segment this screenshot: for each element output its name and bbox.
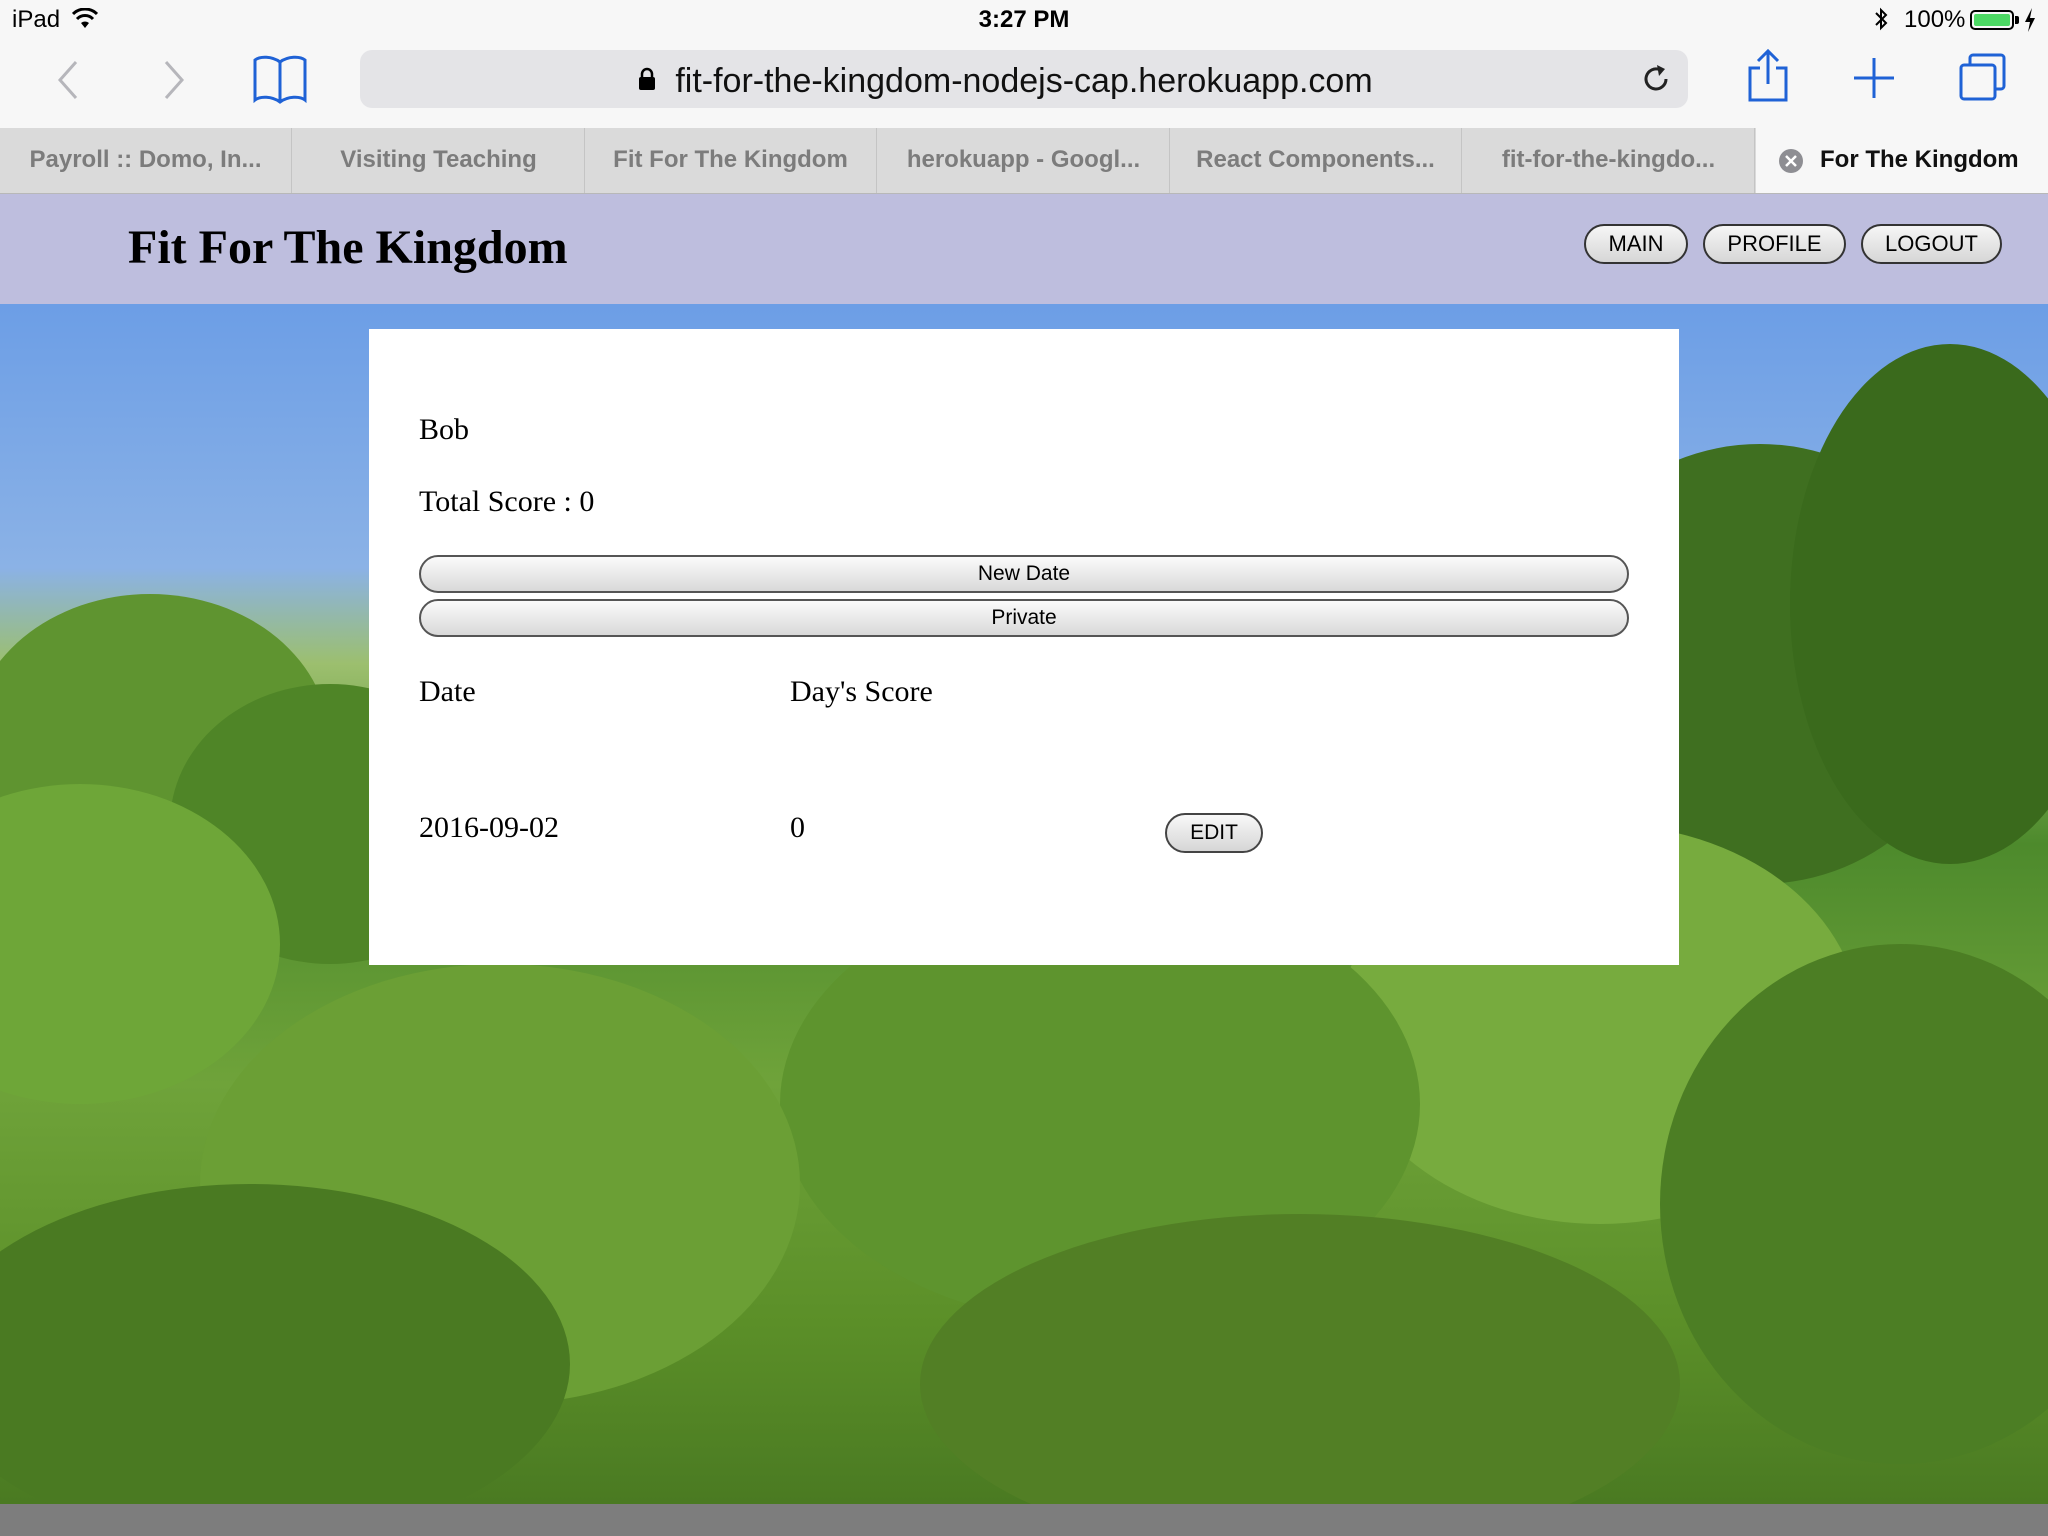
new-tab-icon[interactable] (1852, 56, 1896, 100)
edit-button[interactable]: EDIT (1165, 813, 1263, 853)
bookmarks-icon[interactable] (252, 54, 308, 104)
tab-label: Payroll :: Domo, In... (29, 146, 262, 173)
tab-fit-for-the-kingdom-heroku[interactable]: fit-for-the-kingdo... (1463, 128, 1755, 193)
site-header: Fit For The Kingdom MAIN PROFILE LOGOUT (0, 194, 2048, 304)
tab-label: fit-for-the-kingdo... (1501, 146, 1716, 173)
profile-button[interactable]: PROFILE (1703, 224, 1846, 264)
status-bar: iPad 3:27 PM 100% (0, 0, 2048, 40)
browser-toolbar: fit-for-the-kingdom-nodejs-cap.herokuapp… (0, 40, 2048, 128)
user-name: Bob (419, 413, 470, 446)
tab-label: For The Kingdom (1820, 146, 2019, 173)
tabs-icon[interactable] (1958, 52, 2008, 102)
site-title[interactable]: Fit For The Kingdom (128, 220, 568, 275)
profile-card: Bob Total Score : 0 New Date Private Dat… (369, 329, 1679, 965)
bottom-strip (0, 1504, 2048, 1536)
total-score: Total Score : 0 (419, 485, 595, 518)
row-score: 0 (790, 811, 805, 844)
logout-button[interactable]: LOGOUT (1861, 224, 2002, 264)
tab-for-the-kingdom[interactable]: For The Kingdom (1756, 128, 2048, 193)
close-tab-icon[interactable] (1778, 148, 1804, 174)
charging-icon (2025, 8, 2035, 32)
tab-label: Visiting Teaching (340, 146, 537, 173)
score-column-header: Day's Score (790, 675, 933, 708)
tab-fit-for-the-kingdom[interactable]: Fit For The Kingdom (585, 128, 877, 193)
url-text: fit-for-the-kingdom-nodejs-cap.herokuapp… (675, 62, 1373, 100)
date-column-header: Date (419, 675, 476, 708)
tab-label: herokuapp - Googl... (906, 146, 1141, 173)
tab-bar: Payroll :: Domo, In... Visiting Teaching… (0, 128, 2048, 194)
new-date-button[interactable]: New Date (419, 555, 1629, 593)
share-icon[interactable] (1746, 48, 1790, 104)
back-icon[interactable] (56, 58, 80, 102)
battery-icon (1970, 10, 2014, 30)
bluetooth-icon (1875, 7, 1888, 31)
tab-visiting-teaching[interactable]: Visiting Teaching (293, 128, 585, 193)
battery-tip (2015, 16, 2019, 24)
tab-herokuapp-google[interactable]: herokuapp - Googl... (878, 128, 1170, 193)
forward-icon[interactable] (162, 58, 186, 102)
address-bar[interactable]: fit-for-the-kingdom-nodejs-cap.herokuapp… (360, 50, 1688, 108)
reload-icon[interactable] (1640, 63, 1672, 95)
tab-payroll[interactable]: Payroll :: Domo, In... (0, 128, 292, 193)
private-button[interactable]: Private (419, 599, 1629, 637)
main-button[interactable]: MAIN (1584, 224, 1688, 264)
battery-percent: 100% (1904, 6, 1966, 33)
tab-label: Fit For The Kingdom (613, 146, 848, 173)
clock: 3:27 PM (978, 6, 1070, 33)
tab-react-components[interactable]: React Components... (1170, 128, 1462, 193)
tab-label: React Components... (1196, 146, 1435, 173)
row-date: 2016-09-02 (419, 811, 559, 844)
